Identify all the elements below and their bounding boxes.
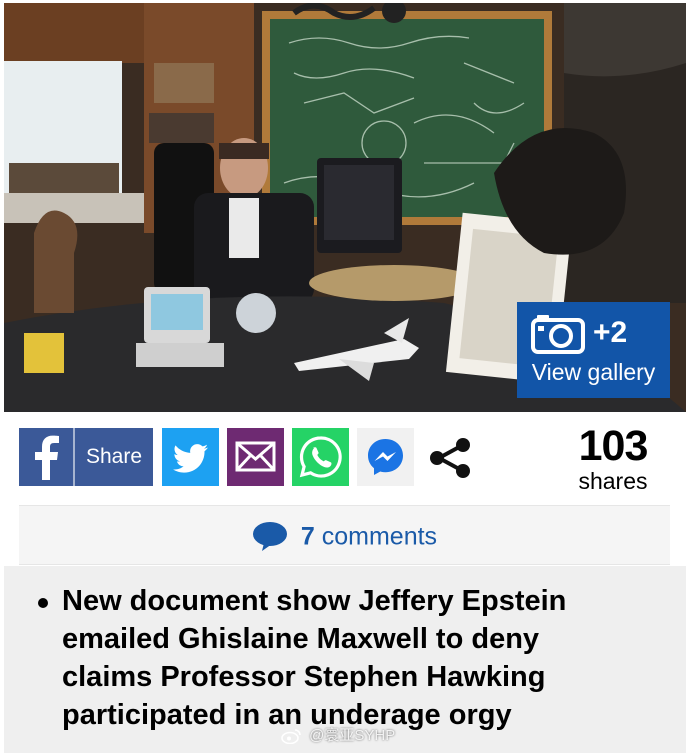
comments-link[interactable]: 7 comments [19,505,670,565]
watermark-text: @寰亚SYHP [309,727,396,744]
article-bullets: New document show Jeffery Epstein emaile… [4,566,686,753]
comments-label: comments [321,522,438,551]
watermark: @寰亚SYHP [281,727,395,745]
facebook-share-button[interactable]: Share [19,428,153,486]
whatsapp-share-button[interactable] [292,428,349,486]
gallery-label: View gallery [531,359,656,385]
gallery-count: +2 [593,316,628,349]
facebook-icon [35,435,59,480]
facebook-share-label: Share [85,445,143,468]
camera-icon [531,315,585,354]
messenger-icon [368,439,403,475]
bullet-dot [38,598,48,608]
email-icon [235,441,276,472]
twitter-share-button[interactable] [162,428,219,486]
comments-count: 7 [300,522,315,551]
share-count: 103 [578,422,649,470]
share-counter: 103 shares [558,424,668,494]
bullet-text: New document show Jeffery Epstein emaile… [62,585,567,731]
view-gallery-button[interactable]: +2 View gallery [517,302,670,398]
more-share-button[interactable] [423,428,479,486]
share-icon [430,438,470,478]
comment-bubble-icon [252,522,287,552]
messenger-share-button[interactable] [357,428,414,486]
email-share-button[interactable] [227,428,284,486]
whatsapp-icon [299,436,342,478]
share-count-label: shares [578,468,648,494]
comments-inner: 7 comments [19,520,670,552]
twitter-icon [173,444,208,473]
article-photo[interactable]: +2 View gallery [4,3,686,412]
weibo-icon [281,729,301,745]
